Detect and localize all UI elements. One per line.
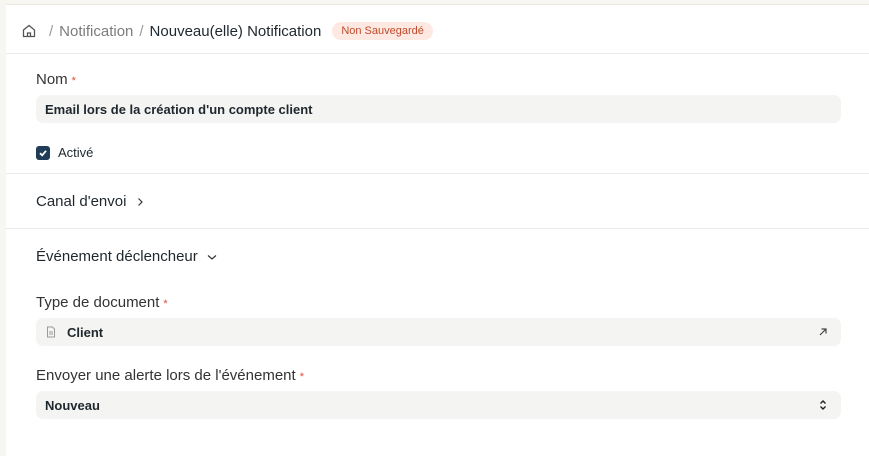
- document-type-label: Type de document *: [36, 294, 168, 311]
- active-checkbox[interactable]: [36, 145, 50, 160]
- document-type-value: Client: [67, 324, 104, 340]
- nom-label: Nom *: [36, 71, 76, 88]
- nom-input[interactable]: Email lors de la création d'un compte cl…: [36, 95, 841, 123]
- required-mark: *: [299, 370, 304, 383]
- send-alert-select-value: Nouveau: [45, 397, 100, 413]
- section-canal-envoi-title: Canal d'envoi: [36, 193, 127, 210]
- required-mark: *: [163, 297, 168, 310]
- breadcrumb-separator: /: [139, 22, 144, 40]
- breadcrumb-separator: /: [49, 22, 54, 40]
- chevron-down-icon: [206, 251, 218, 263]
- section-evenement-declencheur-title: Événement déclencheur: [36, 248, 198, 265]
- home-icon[interactable]: [21, 23, 37, 39]
- document-icon: [45, 326, 57, 338]
- select-chevrons-icon: [817, 398, 829, 412]
- form-page: / Notification / Nouveau(elle) Notificat…: [6, 4, 869, 456]
- nom-input-value: Email lors de la création d'un compte cl…: [45, 101, 313, 117]
- chevron-right-icon: [134, 196, 146, 208]
- divider: [6, 228, 869, 229]
- document-type-input[interactable]: Client: [36, 318, 841, 346]
- divider: [6, 53, 869, 54]
- active-checkbox-label: Activé: [58, 145, 94, 160]
- section-evenement-declencheur[interactable]: Événement déclencheur: [36, 248, 218, 265]
- active-checkbox-row[interactable]: Activé: [36, 145, 93, 160]
- breadcrumb-item-notification[interactable]: Notification: [59, 23, 133, 40]
- status-badge: Non Sauvegardé: [332, 22, 433, 40]
- nom-label-text: Nom: [36, 71, 68, 88]
- document-type-label-text: Type de document: [36, 294, 160, 311]
- section-canal-envoi[interactable]: Canal d'envoi: [36, 193, 146, 210]
- send-alert-label: Envoyer une alerte lors de l'événement *: [36, 367, 304, 384]
- page-title: Nouveau(elle) Notification: [149, 22, 322, 40]
- breadcrumb: / Notification / Nouveau(elle) Notificat…: [21, 21, 433, 41]
- send-alert-select[interactable]: Nouveau: [36, 391, 841, 419]
- divider: [6, 173, 869, 174]
- send-alert-label-text: Envoyer une alerte lors de l'événement: [36, 367, 296, 384]
- arrow-up-right-icon[interactable]: [817, 325, 829, 339]
- required-mark: *: [71, 74, 76, 87]
